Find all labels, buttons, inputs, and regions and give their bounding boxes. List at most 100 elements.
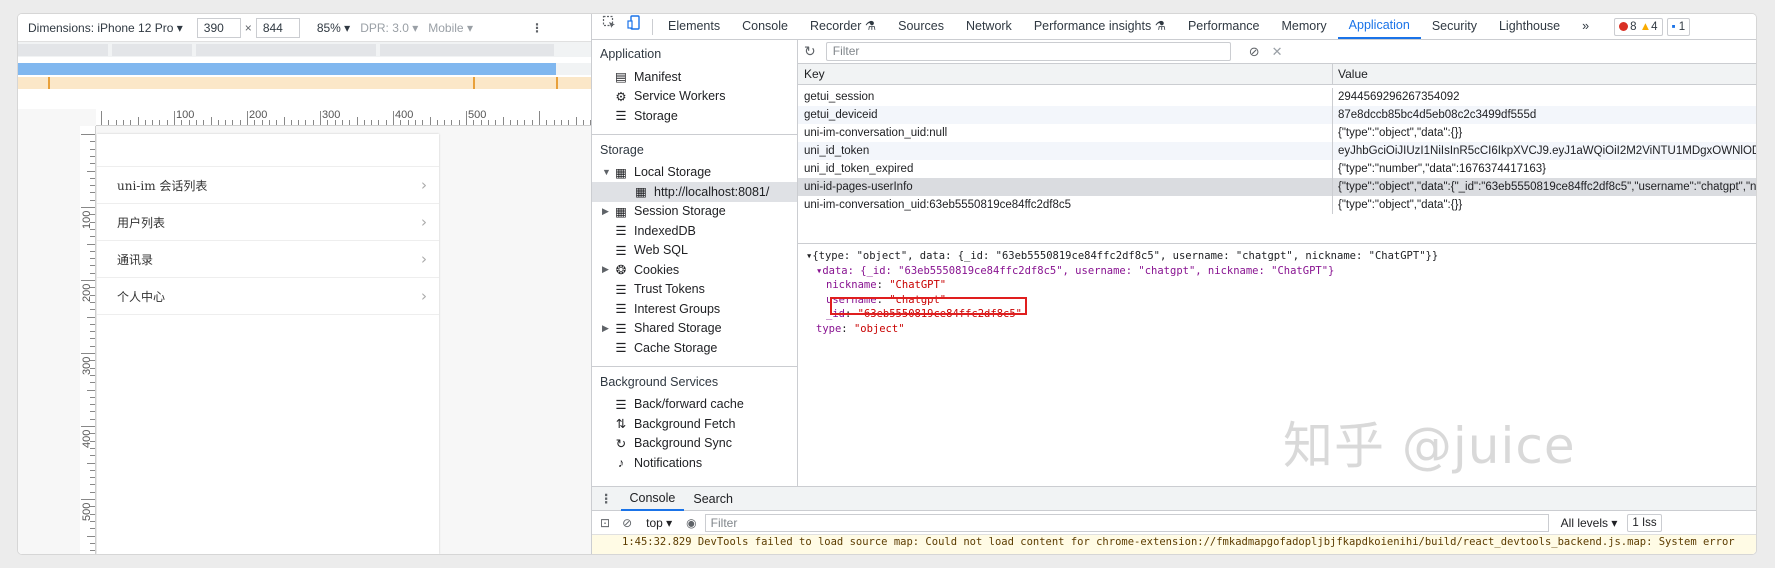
table-row[interactable]: uni_id_token_expired {"type":"number","da…: [798, 160, 1756, 178]
more-options-icon[interactable]: ⋮: [531, 21, 543, 35]
delete-selected-icon[interactable]: ✕: [1272, 44, 1283, 60]
key-cell[interactable]: uni_id_token_expired: [798, 160, 1333, 178]
collapsed-arrow-icon[interactable]: ▶: [602, 206, 612, 217]
collapsed-arrow-icon[interactable]: ▶: [602, 323, 612, 334]
dpr-select[interactable]: DPR: 3.0 ▾: [360, 21, 418, 35]
table-row[interactable]: uni-im-conversation_uid:63eb5550819ce84f…: [798, 196, 1756, 214]
sidebar-item-label: http://localhost:8081/: [654, 184, 770, 199]
menu-item-contacts[interactable]: 通讯录 ›: [97, 241, 439, 278]
eye-icon[interactable]: ◉: [686, 516, 696, 530]
media-query-bar-blue[interactable]: [18, 63, 591, 75]
messages-counter[interactable]: ▪ 1: [1666, 17, 1691, 36]
menu-item-conversations[interactable]: uni-im 会话列表 ›: [97, 167, 439, 204]
media-query-bar-grey[interactable]: [18, 41, 591, 57]
value-column-header[interactable]: Value: [1333, 64, 1756, 84]
zoom-select[interactable]: 85% ▾: [317, 21, 350, 35]
tab-recorder[interactable]: Recorder ⚗: [799, 14, 887, 39]
caret-down-icon: ▾: [176, 20, 183, 35]
tab-application[interactable]: Application: [1337, 14, 1421, 39]
value-cell[interactable]: 87e8dccb85bc4d5eb08c2c3499df555d: [1333, 106, 1756, 124]
menu-item-profile[interactable]: 个人中心 ›: [97, 278, 439, 315]
sidebar-item-service-workers[interactable]: ⚙ Service Workers: [592, 87, 797, 107]
ruler-tick: [312, 120, 314, 125]
key-cell[interactable]: uni-id-pages-userInfo: [798, 178, 1333, 196]
context-select[interactable]: top ▾: [646, 516, 672, 530]
sidebar-item-background-sync[interactable]: ↻ Background Sync: [592, 434, 797, 454]
tab-lighthouse[interactable]: Lighthouse: [1488, 14, 1571, 39]
tab-network[interactable]: Network: [955, 14, 1023, 39]
table-row[interactable]: uni-im-conversation_uid:null {"type":"obj…: [798, 124, 1756, 142]
value-cell[interactable]: 2944569296267354092: [1333, 88, 1756, 106]
value-cell[interactable]: {"type":"object","data":{}}: [1333, 196, 1756, 214]
ruler-tick: [90, 177, 95, 179]
refresh-icon[interactable]: ↻: [804, 43, 816, 60]
table-row[interactable]: getui_deviceid 87e8dccb85bc4d5eb08c2c3499…: [798, 106, 1756, 124]
expanded-arrow-icon[interactable]: ▼: [602, 167, 612, 177]
ruler-tick: [90, 491, 95, 493]
sidebar-item-indexeddb[interactable]: ☰ IndexedDB: [592, 221, 797, 241]
sidebar-item-background-fetch[interactable]: ⇅ Background Fetch: [592, 414, 797, 434]
table-row[interactable]: uni_id_token eyJhbGciOiJIUzI1NiIsInR5cCI6…: [798, 142, 1756, 160]
tab-sources[interactable]: Sources: [887, 14, 955, 39]
ruler-tick: [451, 120, 453, 125]
sidebar-item-trust-tokens[interactable]: ☰ Trust Tokens: [592, 280, 797, 300]
sidebar-toggle-icon[interactable]: ⊡: [600, 516, 610, 530]
filter-input[interactable]: Filter: [825, 42, 1231, 61]
console-filter-input[interactable]: Filter: [704, 513, 1549, 532]
sidebar-item-back-forward-cache[interactable]: ☰ Back/forward cache: [592, 395, 797, 415]
more-tabs-icon[interactable]: »: [1571, 14, 1600, 39]
dpr-value: DPR: 3.0: [360, 20, 409, 35]
table-row[interactable]: getui_session 2944569296267354092: [798, 88, 1756, 106]
issues-button[interactable]: 1 Iss: [1627, 513, 1662, 532]
tab-performance[interactable]: Performance: [1177, 14, 1271, 39]
tab-elements[interactable]: Elements: [657, 14, 731, 39]
key-column-header[interactable]: Key: [798, 64, 1333, 84]
key-cell[interactable]: getui_session: [798, 88, 1333, 106]
clear-console-icon[interactable]: ⊘: [622, 516, 632, 530]
sidebar-item-manifest[interactable]: ▤ Manifest: [592, 67, 797, 87]
tab-security[interactable]: Security: [1421, 14, 1488, 39]
preview-root-line[interactable]: ▾{type: "object", data: {_id: "63eb55508…: [806, 249, 1756, 264]
height-input[interactable]: 844: [255, 17, 300, 38]
drawer-menu-icon[interactable]: ⋮: [592, 491, 621, 506]
issues-counter[interactable]: 8 ▲4: [1614, 17, 1663, 36]
inspect-element-icon[interactable]: [592, 14, 623, 39]
key-cell[interactable]: getui_deviceid: [798, 106, 1333, 124]
tab-performance-insights[interactable]: Performance insights ⚗: [1023, 14, 1177, 39]
sidebar-item-notifications[interactable]: ♪ Notifications: [592, 453, 797, 473]
key-cell[interactable]: uni_id_token: [798, 142, 1333, 160]
drawer-tab-search[interactable]: Search: [684, 488, 742, 510]
media-query-bar-orange[interactable]: [18, 77, 591, 89]
sidebar-item-label: IndexedDB: [634, 223, 696, 238]
sidebar-item-session-storage[interactable]: ▶ ▦ Session Storage: [592, 202, 797, 222]
preview-data-line[interactable]: ▾data: {_id: "63eb5550819ce84ffc2df8c5",…: [806, 264, 1756, 279]
value-cell[interactable]: {"type":"number","data":1676374417163}: [1333, 160, 1756, 178]
device-toggle-icon[interactable]: [623, 14, 652, 39]
tab-memory[interactable]: Memory: [1271, 14, 1338, 39]
menu-item-users[interactable]: 用户列表 ›: [97, 204, 439, 241]
clear-all-icon[interactable]: ⊘: [1249, 44, 1260, 60]
value-cell[interactable]: {"type":"object","data":{}}: [1333, 124, 1756, 142]
drawer-tab-console[interactable]: Console: [620, 487, 685, 511]
mode-select[interactable]: Mobile ▾: [428, 21, 473, 35]
collapsed-arrow-icon[interactable]: ▶: [602, 264, 612, 275]
sidebar-item-cache-storage[interactable]: ☰ Cache Storage: [592, 338, 797, 358]
key-cell[interactable]: uni-im-conversation_uid:63eb5550819ce84f…: [798, 196, 1333, 214]
sidebar-item-storage[interactable]: ☰ Storage: [592, 106, 797, 126]
ruler-label: 100: [81, 210, 93, 229]
sidebar-item-web-sql[interactable]: ☰ Web SQL: [592, 241, 797, 261]
log-levels-select[interactable]: All levels ▾: [1561, 516, 1618, 530]
sidebar-item-interest-groups[interactable]: ☰ Interest Groups: [592, 299, 797, 319]
value-cell[interactable]: eyJhbGciOiJIUzI1NiIsInR5cCI6IkpXVCJ9.eyJ…: [1333, 142, 1756, 160]
width-input[interactable]: 390: [196, 17, 241, 38]
sidebar-item-cookies[interactable]: ▶ ❂ Cookies: [592, 260, 797, 280]
sidebar-item-shared-storage[interactable]: ▶ ☰ Shared Storage: [592, 319, 797, 339]
sidebar-item-local-storage[interactable]: ▼ ▦ Local Storage: [592, 163, 797, 183]
bell-icon: ♪: [617, 455, 625, 470]
tab-console[interactable]: Console: [731, 14, 799, 39]
sidebar-item-local-storage-origin[interactable]: ▦ http://localhost:8081/: [592, 182, 797, 202]
value-cell[interactable]: {"type":"object","data":{"_id":"63eb5550…: [1333, 178, 1756, 196]
table-row[interactable]: uni-id-pages-userInfo {"type":"object","d…: [798, 178, 1756, 196]
key-cell[interactable]: uni-im-conversation_uid:null: [798, 124, 1333, 142]
device-select[interactable]: Dimensions: iPhone 12 Pro ▾: [28, 21, 183, 35]
